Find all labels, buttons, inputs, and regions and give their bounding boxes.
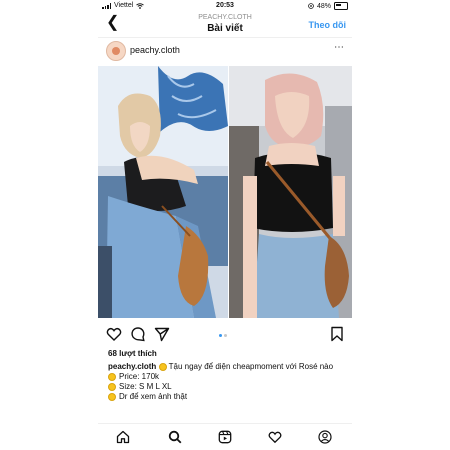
carousel-dot-active bbox=[219, 334, 222, 337]
phone-screen: Viettel 20:53 48% ❮ PEACHY.CLOTH Bài viế… bbox=[98, 0, 352, 450]
profile-icon[interactable] bbox=[318, 430, 332, 444]
carousel-dot bbox=[224, 334, 227, 337]
caption-text: Tậu ngay để diện cheapmoment với Rosé nà… bbox=[168, 362, 334, 371]
bookmark-icon[interactable] bbox=[330, 326, 344, 342]
search-icon[interactable] bbox=[168, 430, 182, 444]
status-bar: Viettel 20:53 48% bbox=[98, 0, 352, 11]
carousel-indicator bbox=[219, 334, 227, 337]
post-photo-right bbox=[229, 66, 352, 318]
likes-count[interactable]: 68 lượt thích bbox=[108, 349, 157, 358]
location-icon bbox=[308, 3, 314, 9]
smiley-emoji-icon bbox=[158, 362, 167, 371]
reels-icon[interactable] bbox=[218, 430, 232, 444]
battery-percent: 48% bbox=[316, 2, 331, 10]
post-media[interactable] bbox=[98, 66, 352, 318]
send-icon[interactable] bbox=[154, 326, 170, 342]
battery-icon bbox=[334, 2, 348, 10]
more-options-icon[interactable]: ⋯ bbox=[334, 42, 344, 53]
heart-icon[interactable] bbox=[106, 326, 122, 342]
caption-username[interactable]: peachy.cloth bbox=[108, 362, 156, 371]
sunflower-emoji-icon bbox=[108, 393, 116, 401]
caption-dm: Dr để xem ảnh thật bbox=[119, 392, 188, 401]
sunflower-emoji-icon bbox=[108, 373, 116, 381]
activity-heart-icon[interactable] bbox=[268, 430, 282, 444]
comment-icon[interactable] bbox=[130, 326, 146, 342]
post-caption: peachy.cloth Tậu ngay để diện cheapmomen… bbox=[108, 362, 344, 402]
post-actions bbox=[98, 322, 352, 346]
top-nav: ❮ PEACHY.CLOTH Bài viết Theo dõi bbox=[98, 11, 352, 37]
follow-button[interactable]: Theo dõi bbox=[309, 20, 347, 30]
post-header: peachy.cloth ⋯ bbox=[98, 38, 352, 62]
post-photo-left bbox=[98, 66, 228, 318]
caption-size: Size: S M L XL bbox=[119, 382, 172, 391]
sunflower-emoji-icon bbox=[108, 383, 116, 391]
caption-price: Price: 170k bbox=[119, 372, 160, 381]
post-username[interactable]: peachy.cloth bbox=[130, 45, 180, 55]
bottom-tab-bar bbox=[98, 423, 352, 450]
home-icon[interactable] bbox=[116, 430, 130, 444]
avatar[interactable] bbox=[106, 41, 126, 61]
